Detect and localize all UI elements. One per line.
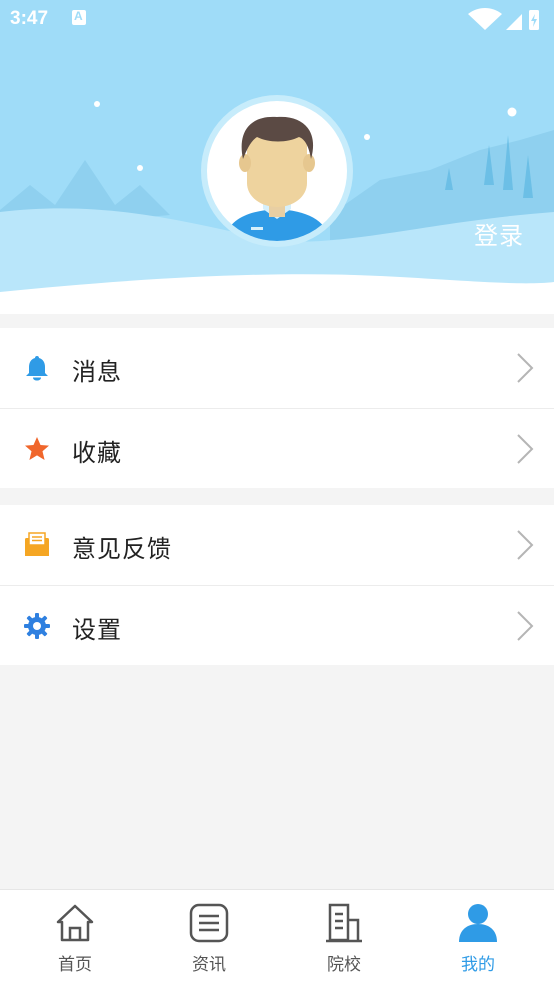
menu-item-settings[interactable]: 设置 [0, 585, 554, 665]
menu-label-messages: 消息 [72, 358, 122, 386]
profile-screen: 3:47 A 登录 消息 收藏 意见反馈 设置 首页 资讯 院校 我的 [0, 0, 554, 984]
news-icon [189, 903, 229, 943]
avatar-image [207, 101, 347, 241]
nav-item-news[interactable]: 资讯 [140, 890, 278, 984]
star-icon [25, 437, 49, 460]
status-time: 3:47 [10, 8, 49, 29]
chevron-right-icon [517, 434, 534, 464]
menu-item-favorites[interactable]: 收藏 [0, 408, 554, 488]
nav-item-home[interactable]: 首页 [6, 890, 144, 984]
menu-item-messages[interactable]: 消息 [0, 328, 554, 408]
avatar[interactable] [201, 95, 353, 247]
status-system-icons [468, 8, 539, 30]
menu-label-favorites: 收藏 [72, 439, 122, 467]
nav-label-profile: 我的 [461, 955, 495, 975]
profile-icon [459, 904, 497, 942]
bottom-navigation: 首页 资讯 院校 我的 [0, 889, 554, 984]
bell-icon [26, 356, 48, 381]
chevron-right-icon [517, 530, 534, 560]
menu-label-settings: 设置 [72, 616, 122, 644]
user-avatar-icon [223, 116, 331, 241]
login-link[interactable]: 登录 [474, 216, 524, 251]
nav-item-profile[interactable]: 我的 [409, 890, 547, 984]
nav-item-schools[interactable]: 院校 [275, 890, 413, 984]
gear-icon [24, 613, 50, 639]
notification-app-icon [72, 9, 86, 25]
profile-header: 3:47 A 登录 [0, 0, 554, 314]
nav-label-news: 资讯 [192, 955, 226, 975]
envelope-icon [25, 532, 49, 556]
menu-group-secondary: 意见反馈 设置 [0, 505, 554, 665]
nav-label-home: 首页 [58, 955, 92, 975]
menu-label-feedback: 意见反馈 [72, 535, 172, 563]
chevron-right-icon [517, 611, 534, 641]
nav-label-schools: 院校 [327, 955, 361, 975]
menu-item-feedback[interactable]: 意见反馈 [0, 505, 554, 585]
wifi-icon [468, 8, 502, 30]
home-icon [56, 904, 94, 942]
menu-group-primary: 消息 收藏 [0, 328, 554, 488]
signal-icon [506, 14, 522, 30]
school-icon [326, 903, 362, 943]
chevron-right-icon [517, 353, 534, 383]
status-bar: 3:47 [0, 0, 554, 38]
